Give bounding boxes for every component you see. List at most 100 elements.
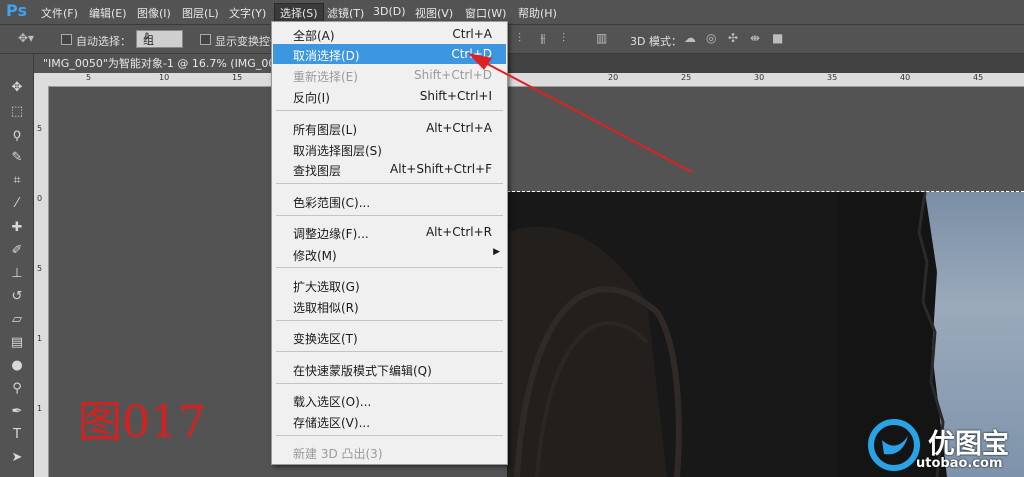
move-tool-icon[interactable]: ✥▾ — [18, 31, 34, 45]
dropdown-arrow-icon: ⇕ — [143, 32, 151, 42]
bird-logo-icon — [868, 419, 920, 471]
menu-select[interactable]: 选择(S) — [274, 3, 324, 23]
brush-tool-icon[interactable]: ✐ — [9, 243, 25, 259]
3d-scale-icon[interactable]: ■ — [772, 31, 783, 45]
menu-item-save-selection[interactable]: 存储选区(V)... — [273, 411, 506, 431]
ruler-label: 35 — [827, 73, 838, 82]
menu-item-label: 所有图层(L) — [293, 123, 358, 137]
path-select-tool-icon[interactable]: ➤ — [9, 450, 25, 466]
menu-item-find-layers[interactable]: 查找图层 Alt+Shift+Ctrl+F — [273, 159, 506, 179]
menu-3d[interactable]: 3D(D) — [373, 5, 406, 18]
gradient-tool-icon[interactable]: ▤ — [9, 335, 25, 351]
menu-item-shortcut: Alt+Ctrl+A — [426, 121, 492, 135]
menu-image[interactable]: 图像(I) — [137, 5, 171, 21]
menu-item-label: 扩大选取(G) — [293, 280, 360, 294]
pen-tool-icon[interactable]: ✒ — [9, 404, 25, 420]
blur-tool-icon[interactable]: ● — [9, 358, 25, 374]
distribute-icon[interactable]: ▥ — [596, 31, 607, 45]
menu-item-label: 全部(A) — [293, 29, 335, 43]
crop-tool-icon[interactable]: ⌗ — [9, 173, 25, 189]
menu-type[interactable]: 文字(Y) — [229, 5, 266, 21]
type-tool-icon[interactable]: T — [9, 427, 25, 443]
menu-item-modify[interactable]: 修改(M) ▶ — [273, 244, 506, 264]
clone-stamp-icon[interactable]: ⊥ — [9, 266, 25, 282]
menu-item-deselect[interactable]: 取消选择(D) Ctrl+D — [273, 44, 506, 64]
ruler-label: 1 — [37, 404, 43, 413]
menu-view[interactable]: 视图(V) — [415, 5, 453, 21]
select-menu-dropdown: 全部(A) Ctrl+A 取消选择(D) Ctrl+D 重新选择(E) Shif… — [271, 21, 508, 465]
menu-separator — [276, 351, 503, 352]
marquee-tool-icon[interactable]: ⬚ — [9, 104, 25, 120]
ruler-label: 10 — [159, 73, 170, 82]
menu-edit[interactable]: 编辑(E) — [89, 5, 127, 21]
menu-item-label: 存储选区(V)... — [293, 416, 371, 430]
align-right-icon[interactable]: ⫶ — [562, 31, 565, 46]
auto-select-dropdown[interactable]: 组 ⇕ — [136, 30, 183, 48]
menu-item-shortcut: Ctrl+A — [452, 27, 492, 41]
menu-item-label: 色彩范围(C)... — [293, 196, 371, 210]
dodge-tool-icon[interactable]: ⚲ — [9, 381, 25, 397]
lasso-tool-icon[interactable]: ϙ — [9, 127, 25, 143]
menu-item-all-layers[interactable]: 所有图层(L) Alt+Ctrl+A — [273, 118, 506, 138]
menu-item-shortcut: Alt+Shift+Ctrl+F — [390, 162, 492, 176]
show-transform-checkbox[interactable] — [200, 34, 211, 45]
figure-label: 图017 — [78, 397, 206, 448]
watermark-domain: utobao.com — [916, 456, 1003, 471]
document-tab[interactable]: "IMG_0050"为智能对象-1 @ 16.7% (IMG_0050 — [34, 54, 283, 73]
menu-item-new-3d-extrusion[interactable]: 新建 3D 凸出(3) — [273, 442, 506, 462]
menu-separator — [276, 215, 503, 216]
menu-item-label: 取消选择图层(S) — [293, 144, 382, 158]
menu-window[interactable]: 窗口(W) — [465, 5, 506, 21]
menu-item-label: 在快速蒙版模式下编辑(Q) — [293, 364, 432, 378]
menu-item-reselect[interactable]: 重新选择(E) Shift+Ctrl+D — [273, 65, 506, 85]
selection-marquee — [507, 191, 1024, 192]
menu-item-label: 修改(M) — [293, 249, 337, 263]
3d-drag-icon[interactable]: ✣ — [728, 31, 738, 45]
3d-mode-label: 3D 模式： — [630, 35, 682, 48]
menu-item-label: 选取相似(R) — [293, 301, 359, 315]
menu-bar: Ps 文件(F) 编辑(E) 图像(I) 图层(L) 文字(Y) 选择(S) 滤… — [0, 0, 1024, 25]
ruler-label: 5 — [86, 73, 92, 82]
menu-item-refine-edge[interactable]: 调整边缘(F)... Alt+Ctrl+R — [273, 222, 506, 242]
menu-item-transform-selection[interactable]: 变换选区(T) — [273, 327, 506, 347]
align-left-icon[interactable]: ⫶ — [518, 31, 521, 46]
menu-item-load-selection[interactable]: 载入选区(O)... — [273, 390, 506, 410]
show-transform-label: 显示变换控件 — [215, 35, 271, 48]
menu-item-shortcut: Alt+Ctrl+R — [425, 225, 492, 239]
align-center-icon[interactable]: ⫵ — [540, 31, 546, 46]
3d-roll-icon[interactable]: ◎ — [706, 31, 716, 45]
menu-item-shortcut: Shift+Ctrl+D — [414, 68, 492, 82]
menu-item-quick-mask[interactable]: 在快速蒙版模式下编辑(Q) — [273, 359, 506, 379]
menu-layer[interactable]: 图层(L) — [182, 5, 219, 21]
quick-select-tool-icon[interactable]: ✎ — [9, 150, 25, 166]
history-brush-icon[interactable]: ↺ — [9, 289, 25, 305]
ruler-label: 20 — [608, 73, 619, 82]
3d-rotate-icon[interactable]: ☁ — [684, 31, 696, 45]
menu-item-shortcut: Ctrl+D — [451, 47, 492, 61]
ruler-label: 45 — [973, 73, 984, 82]
menu-item-inverse[interactable]: 反向(I) Shift+Ctrl+I — [273, 86, 506, 106]
tools-panel: ✥ ⬚ ϙ ✎ ⌗ ⁄ ✚ ✐ ⊥ ↺ ▱ ▤ ● ⚲ ✒ T ➤ — [0, 54, 34, 477]
menu-item-color-range[interactable]: 色彩范围(C)... — [273, 191, 506, 211]
auto-select-checkbox[interactable] — [61, 34, 72, 45]
menu-separator — [276, 183, 503, 184]
submenu-arrow-icon: ▶ — [493, 247, 500, 257]
move-tool-icon[interactable]: ✥ — [9, 80, 25, 96]
menu-filter[interactable]: 滤镜(T) — [327, 5, 364, 21]
eraser-tool-icon[interactable]: ▱ — [9, 312, 25, 328]
menu-item-similar[interactable]: 选取相似(R) — [273, 296, 506, 316]
vertical-ruler[interactable]: 5 0 5 1 1 — [34, 86, 49, 477]
eyedropper-tool-icon[interactable]: ⁄ — [9, 196, 25, 212]
healing-brush-icon[interactable]: ✚ — [9, 220, 25, 236]
menu-item-all[interactable]: 全部(A) Ctrl+A — [273, 24, 506, 44]
horizontal-ruler[interactable]: 5 10 15 20 25 30 35 40 45 — [34, 73, 1024, 87]
menu-item-deselect-layers[interactable]: 取消选择图层(S) — [273, 139, 506, 159]
menu-file[interactable]: 文件(F) — [41, 5, 78, 21]
ruler-label: 30 — [754, 73, 765, 82]
menu-separator — [276, 267, 503, 268]
ruler-label: 0 — [37, 194, 43, 203]
menu-separator — [276, 383, 503, 384]
menu-item-grow[interactable]: 扩大选取(G) — [273, 275, 506, 295]
menu-help[interactable]: 帮助(H) — [518, 5, 557, 21]
3d-slide-icon[interactable]: ⇼ — [750, 31, 760, 45]
